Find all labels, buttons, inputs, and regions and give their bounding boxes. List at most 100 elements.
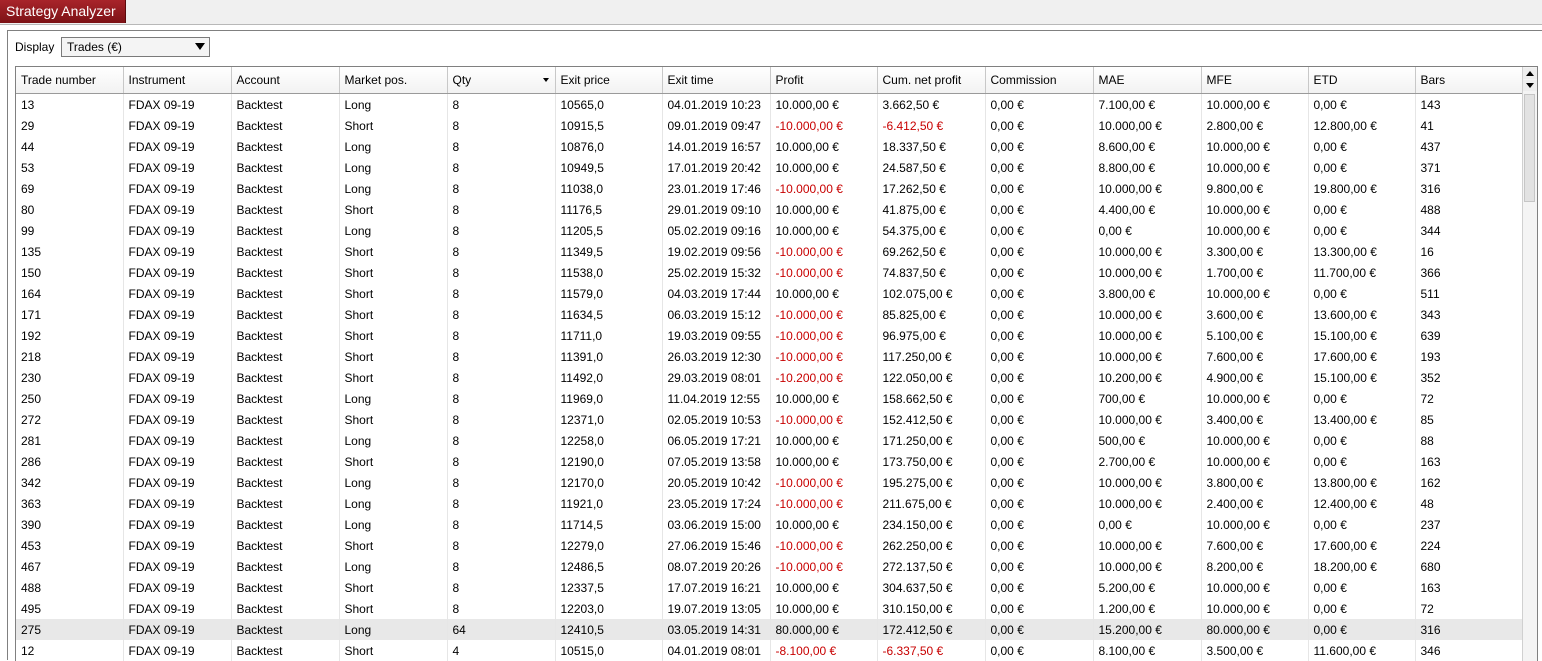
table-row[interactable]: 164 FDAX 09-19 Backtest Short 8 11579,0 04.03.… bbox=[16, 283, 1524, 304]
scroll-up-button[interactable] bbox=[1523, 68, 1537, 79]
table-cell: 11711,0 bbox=[555, 325, 663, 346]
table-row[interactable]: 69 FDAX 09-19 Backtest Long 8 11038,0 23.01.20… bbox=[16, 178, 1524, 199]
table-cell: 74.837,50 € bbox=[877, 262, 986, 283]
table-cell: 281 bbox=[16, 430, 124, 451]
table-row[interactable]: 495 FDAX 09-19 Backtest Short 8 12203,0 19.07.… bbox=[16, 598, 1524, 619]
table-cell: 18.200,00 € bbox=[1308, 556, 1416, 577]
table-row[interactable]: 363 FDAX 09-19 Backtest Long 8 11921,0 23.05.2… bbox=[16, 493, 1524, 514]
table-cell: Short bbox=[339, 199, 448, 220]
table-cell: 639 bbox=[1415, 325, 1524, 346]
table-cell: 8 bbox=[447, 514, 556, 535]
vertical-scrollbar[interactable] bbox=[1522, 67, 1537, 661]
table-row[interactable]: 453 FDAX 09-19 Backtest Short 8 12279,0 27.06.… bbox=[16, 535, 1524, 556]
chevron-down-icon bbox=[195, 43, 205, 50]
table-cell: 0,00 € bbox=[985, 556, 1094, 577]
table-cell: 172.412,50 € bbox=[877, 619, 986, 640]
column-header-trade-number[interactable]: Trade number bbox=[16, 67, 124, 94]
column-header-exit-time[interactable]: Exit time bbox=[662, 67, 771, 94]
table-cell: 8 bbox=[447, 556, 556, 577]
table-cell: 316 bbox=[1415, 178, 1524, 199]
scroll-down-button[interactable] bbox=[1523, 80, 1537, 91]
table-row[interactable]: 99 FDAX 09-19 Backtest Long 8 11205,5 05.02.20… bbox=[16, 220, 1524, 241]
table-cell: 10.000,00 € bbox=[770, 388, 878, 409]
table-row[interactable]: 13 FDAX 09-19 Backtest Long 8 10565,0 04.01.20… bbox=[16, 93, 1524, 115]
display-dropdown[interactable]: Trades (€) bbox=[61, 37, 210, 57]
table-cell: Backtest bbox=[231, 115, 340, 136]
table-cell: 366 bbox=[1415, 262, 1524, 283]
table-cell: 10.000,00 € bbox=[1093, 241, 1202, 262]
table-row[interactable]: 53 FDAX 09-19 Backtest Long 8 10949,5 17.01.20… bbox=[16, 157, 1524, 178]
table-cell: 10.000,00 € bbox=[770, 451, 878, 472]
column-header-qty[interactable]: Qty bbox=[447, 67, 556, 94]
table-cell: 3.800,00 € bbox=[1201, 472, 1309, 493]
table-row[interactable]: 44 FDAX 09-19 Backtest Long 8 10876,0 14.01.20… bbox=[16, 136, 1524, 157]
table-cell: 0,00 € bbox=[985, 325, 1094, 346]
table-cell: -8.100,00 € bbox=[770, 640, 878, 661]
table-cell: 17.600,00 € bbox=[1308, 535, 1416, 556]
column-header-commission[interactable]: Commission bbox=[985, 67, 1094, 94]
table-row[interactable]: 342 FDAX 09-19 Backtest Long 8 12170,0 20.05.2… bbox=[16, 472, 1524, 493]
table-row[interactable]: 390 FDAX 09-19 Backtest Long 8 11714,5 03.06.2… bbox=[16, 514, 1524, 535]
table-row[interactable]: 12 FDAX 09-19 Backtest Short 4 10515,0 04.01.2… bbox=[16, 640, 1524, 661]
table-cell: 08.07.2019 20:26 bbox=[662, 556, 771, 577]
column-header-mae[interactable]: MAE bbox=[1093, 67, 1202, 94]
table-row[interactable]: 488 FDAX 09-19 Backtest Short 8 12337,5 17.07.… bbox=[16, 577, 1524, 598]
table-row[interactable]: 272 FDAX 09-19 Backtest Short 8 12371,0 02.05.… bbox=[16, 409, 1524, 430]
table-cell: 03.06.2019 15:00 bbox=[662, 514, 771, 535]
scrollbar-thumb[interactable] bbox=[1524, 94, 1535, 202]
column-header-cum-net-profit[interactable]: Cum. net profit bbox=[877, 67, 986, 94]
table-cell: FDAX 09-19 bbox=[123, 598, 232, 619]
table-cell: 390 bbox=[16, 514, 124, 535]
table-cell: FDAX 09-19 bbox=[123, 93, 232, 115]
table-cell: 17.07.2019 16:21 bbox=[662, 577, 771, 598]
table-cell: -10.200,00 € bbox=[770, 367, 878, 388]
table-row[interactable]: 171 FDAX 09-19 Backtest Short 8 11634,5 06.03.… bbox=[16, 304, 1524, 325]
table-cell: Backtest bbox=[231, 367, 340, 388]
table-row[interactable]: 192 FDAX 09-19 Backtest Short 8 11711,0 19.03.… bbox=[16, 325, 1524, 346]
table-cell: 135 bbox=[16, 241, 124, 262]
table-cell: Backtest bbox=[231, 493, 340, 514]
table-row[interactable]: 286 FDAX 09-19 Backtest Short 8 12190,0 07.05.… bbox=[16, 451, 1524, 472]
table-row[interactable]: 218 FDAX 09-19 Backtest Short 8 11391,0 26.03.… bbox=[16, 346, 1524, 367]
tab-strategy-analyzer[interactable]: Strategy Analyzer bbox=[0, 0, 126, 23]
tab-bar: Strategy Analyzer bbox=[0, 0, 1542, 25]
table-row[interactable]: 230 FDAX 09-19 Backtest Short 8 11492,0 29.03.… bbox=[16, 367, 1524, 388]
table-row[interactable]: 275 FDAX 09-19 Backtest Long 64 12410,5 03.05.… bbox=[16, 619, 1524, 640]
table-cell: 23.05.2019 17:24 bbox=[662, 493, 771, 514]
table-cell: 12203,0 bbox=[555, 598, 663, 619]
table-cell: 467 bbox=[16, 556, 124, 577]
column-header-account[interactable]: Account bbox=[231, 67, 340, 94]
column-header-etd[interactable]: ETD bbox=[1308, 67, 1416, 94]
table-row[interactable]: 29 FDAX 09-19 Backtest Short 8 10915,5 09.01.2… bbox=[16, 115, 1524, 136]
column-header-market-pos[interactable]: Market pos. bbox=[339, 67, 448, 94]
table-cell: 19.03.2019 09:55 bbox=[662, 325, 771, 346]
table-cell: Backtest bbox=[231, 241, 340, 262]
table-cell: 7.100,00 € bbox=[1093, 93, 1202, 115]
table-cell: 12337,5 bbox=[555, 577, 663, 598]
table-row[interactable]: 80 FDAX 09-19 Backtest Short 8 11176,5 29.01.2… bbox=[16, 199, 1524, 220]
column-header-exit-price[interactable]: Exit price bbox=[555, 67, 663, 94]
table-cell: 272.137,50 € bbox=[877, 556, 986, 577]
table-cell: 0,00 € bbox=[985, 367, 1094, 388]
table-cell: Long bbox=[339, 430, 448, 451]
table-row[interactable]: 135 FDAX 09-19 Backtest Short 8 11349,5 19.02.… bbox=[16, 241, 1524, 262]
table-row[interactable]: 467 FDAX 09-19 Backtest Long 8 12486,5 08.07.2… bbox=[16, 556, 1524, 577]
table-row[interactable]: 150 FDAX 09-19 Backtest Short 8 11538,0 25.02.… bbox=[16, 262, 1524, 283]
table-row[interactable]: 281 FDAX 09-19 Backtest Long 8 12258,0 06.05.2… bbox=[16, 430, 1524, 451]
table-cell: 8 bbox=[447, 430, 556, 451]
table-cell: 80.000,00 € bbox=[1201, 619, 1309, 640]
table-cell: Backtest bbox=[231, 472, 340, 493]
table-cell: 10.000,00 € bbox=[1093, 325, 1202, 346]
table-cell: 44 bbox=[16, 136, 124, 157]
column-header-instrument[interactable]: Instrument bbox=[123, 67, 232, 94]
table-cell: -10.000,00 € bbox=[770, 115, 878, 136]
column-header-mfe[interactable]: MFE bbox=[1201, 67, 1309, 94]
column-header-bars[interactable]: Bars bbox=[1415, 67, 1524, 94]
table-cell: 20.05.2019 10:42 bbox=[662, 472, 771, 493]
table-cell: 53 bbox=[16, 157, 124, 178]
table-cell: 192 bbox=[16, 325, 124, 346]
column-header-profit[interactable]: Profit bbox=[770, 67, 878, 94]
table-cell: 0,00 € bbox=[1308, 136, 1416, 157]
table-cell: 10.000,00 € bbox=[1093, 304, 1202, 325]
table-row[interactable]: 250 FDAX 09-19 Backtest Long 8 11969,0 11.04.2… bbox=[16, 388, 1524, 409]
